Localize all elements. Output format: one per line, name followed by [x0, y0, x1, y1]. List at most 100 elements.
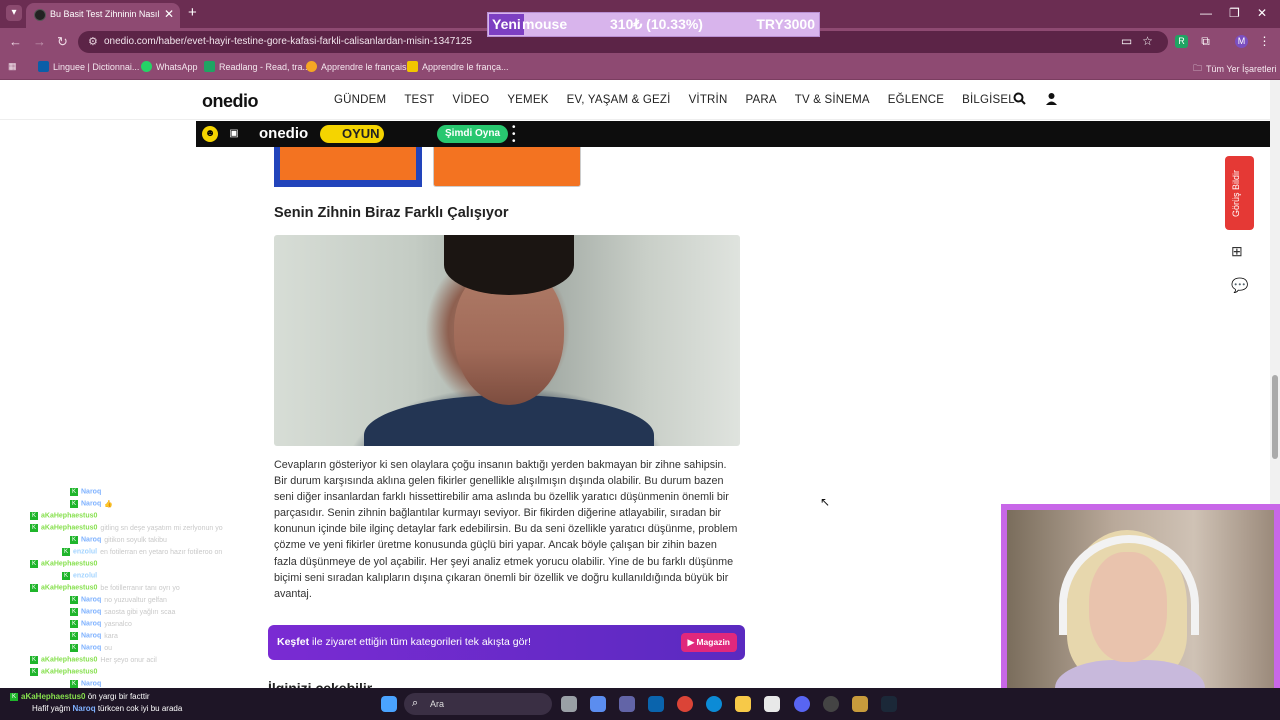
close-window-icon[interactable]: ✕ [1257, 6, 1267, 20]
obs-icon[interactable] [823, 696, 839, 712]
chat-username: Naroq [81, 644, 102, 652]
kesfet-text: ile ziyaret ettiğin tüm kategorileri tek… [309, 636, 531, 648]
chat-text: yasnalco [104, 620, 132, 628]
chat-username: aKaHephaestus0 [41, 560, 98, 568]
readlang-extension-icon[interactable]: R [1175, 35, 1188, 48]
restore-icon[interactable]: ❐ [1229, 6, 1240, 20]
minimize-icon[interactable]: — [1200, 6, 1212, 20]
apprendre-yellow-icon [407, 61, 418, 72]
answer-option[interactable] [433, 147, 581, 187]
menu-kebab-icon[interactable]: ⋮ [1258, 35, 1271, 48]
result-title: Senin Zihnin Biraz Farklı Çalışıyor [274, 205, 509, 221]
discord-icon[interactable] [794, 696, 810, 712]
chat-message: KaKaHephaestus0 Her şeyo onur acil [30, 656, 260, 668]
bookmark-readlang[interactable]: Readlang - Read, tra... [204, 61, 310, 72]
url-text: onedio.com/haber/evet-hayir-testine-gore… [104, 36, 472, 47]
tab-title: Bu Basit Test Zihninin Nasıl Çalı [50, 9, 162, 19]
bookmark-star-icon[interactable]: ☆ [1141, 35, 1154, 48]
magazin-button[interactable]: ▶ Magazin [680, 633, 737, 652]
onedio-logo[interactable]: onedio [202, 91, 259, 112]
chat-username: Naroq [81, 620, 102, 628]
game-promo-bar[interactable]: ☻ ▣ onedio OYUN Şimdi Oyna • • • [196, 121, 1270, 147]
kesfet-banner[interactable]: Keşfet ile ziyaret ettiğin tüm kategoril… [268, 625, 745, 660]
chat-badge-icon: K [30, 668, 38, 676]
game-onedio-logo: onedio [259, 125, 309, 142]
chat-username: aKaHephaestus0 [41, 512, 98, 520]
chat-badge-icon: K [70, 608, 78, 616]
nav-test[interactable]: TEST [404, 94, 434, 106]
all-bookmarks[interactable]: 🗀 Tüm Yer İşaretleri [1193, 61, 1277, 77]
user-icon[interactable] [1045, 92, 1058, 108]
chat-username: Naroq [81, 632, 102, 640]
file-explorer-icon[interactable] [735, 696, 751, 712]
play-now-button[interactable]: Şimdi Oyna [437, 125, 509, 143]
chat-message: K Naroq yasnalco [30, 620, 260, 632]
bookmark-apprendre-2[interactable]: Apprendre le frança... [407, 61, 509, 72]
chat-text: no yuzuvaltur gelfan [104, 596, 167, 604]
tab-search-icon[interactable]: ▾ [6, 5, 22, 21]
chat-badge-icon: K [30, 656, 38, 664]
task-view-icon[interactable] [561, 696, 577, 712]
chat-username: Naroq [81, 488, 102, 496]
nav-eglence[interactable]: EĞLENCE [888, 94, 944, 106]
profile-avatar-icon[interactable]: M [1235, 35, 1248, 48]
new-tab-icon[interactable]: + [188, 4, 197, 21]
chat-username: aKaHephaestus0 [41, 656, 98, 664]
chrome-icon[interactable] [677, 696, 693, 712]
nav-vitrin[interactable]: VİTRİN [689, 94, 728, 106]
comments-icon[interactable]: 💬 [1231, 277, 1248, 294]
search-icon[interactable] [1013, 92, 1026, 108]
nav-gundem[interactable]: GÜNDEM [334, 94, 386, 106]
store-icon[interactable] [764, 696, 780, 712]
bookmark-whatsapp[interactable]: WhatsApp [141, 61, 198, 72]
chat-badge-icon: K [70, 500, 78, 508]
game-more-icon[interactable]: • • • [512, 123, 516, 147]
taskbar-search[interactable]: ⌕ Ara [404, 693, 552, 715]
windows-start-icon[interactable] [381, 696, 397, 712]
extensions-icon[interactable]: ⧉ [1199, 35, 1212, 48]
chat-message: K Naroq kara [30, 632, 260, 644]
chat-text: ou [104, 644, 113, 652]
chat-text: gitikon soyulk takibu [104, 536, 167, 544]
answer-option-selected[interactable] [274, 147, 422, 187]
gamepad-small-icon: ▣ [229, 128, 239, 139]
chat-badge-icon: K [70, 620, 78, 628]
feedback-button[interactable]: Görüş Bildir [1225, 156, 1254, 230]
copilot-icon[interactable] [590, 696, 606, 712]
site-header: onedio GÜNDEM TEST VİDEO YEMEK EV, YAŞAM… [0, 80, 1270, 120]
edge-icon[interactable] [706, 696, 722, 712]
forward-icon[interactable]: → [33, 34, 46, 49]
chat-message: KaKaHephaestus0 gitling sn deşe yaşatım m… [30, 524, 260, 536]
chat-badge-icon: K [70, 536, 78, 544]
nav-video[interactable]: VİDEO [453, 94, 490, 106]
nav-ev-yasam-gezi[interactable]: EV, YAŞAM & GEZİ [567, 94, 671, 106]
nav-tv-sinema[interactable]: TV & SİNEMA [795, 94, 870, 106]
goal-name: mouse [522, 16, 568, 32]
chat-badge-icon: K [30, 512, 38, 520]
scroll-thumb[interactable] [1272, 375, 1278, 459]
bookmark-apprendre-1[interactable]: Apprendre le français [306, 61, 407, 72]
add-bookmark-icon[interactable]: ⊞ [1231, 243, 1243, 260]
bookmark-linguee[interactable]: Linguee | Dictionnai... [38, 61, 139, 72]
teams-icon[interactable] [619, 696, 635, 712]
apps-grid-icon[interactable]: ▦ [8, 61, 17, 72]
chat-badge-icon: K [62, 548, 70, 556]
steam-icon[interactable] [881, 696, 897, 712]
chat-badge-icon: K [70, 488, 78, 496]
chat-message: K Naroq [30, 488, 260, 500]
outlook-icon[interactable] [648, 696, 664, 712]
nav-yemek[interactable]: YEMEK [507, 94, 548, 106]
reload-icon[interactable]: ↻ [57, 34, 68, 50]
cast-icon[interactable]: ▭ [1120, 35, 1133, 48]
league-icon[interactable] [852, 696, 868, 712]
webcam-overlay [1001, 504, 1280, 718]
chat-badge-icon: K [30, 560, 38, 568]
chat-message: KaKaHephaestus0 be fotillerranır tanı oyr… [30, 584, 260, 596]
close-tab-icon[interactable]: ✕ [164, 7, 174, 21]
back-icon[interactable]: ← [9, 34, 22, 49]
chat-text: be fotillerranır tanı oyrı yo [100, 584, 180, 592]
nav-para[interactable]: PARA [745, 94, 776, 106]
site-info-icon[interactable]: ⚙ [88, 35, 98, 48]
nav-bilgisel[interactable]: BİLGİSEL [962, 94, 1015, 106]
browser-tab[interactable]: Bu Basit Test Zihninin Nasıl Çalı ✕ [26, 3, 180, 28]
